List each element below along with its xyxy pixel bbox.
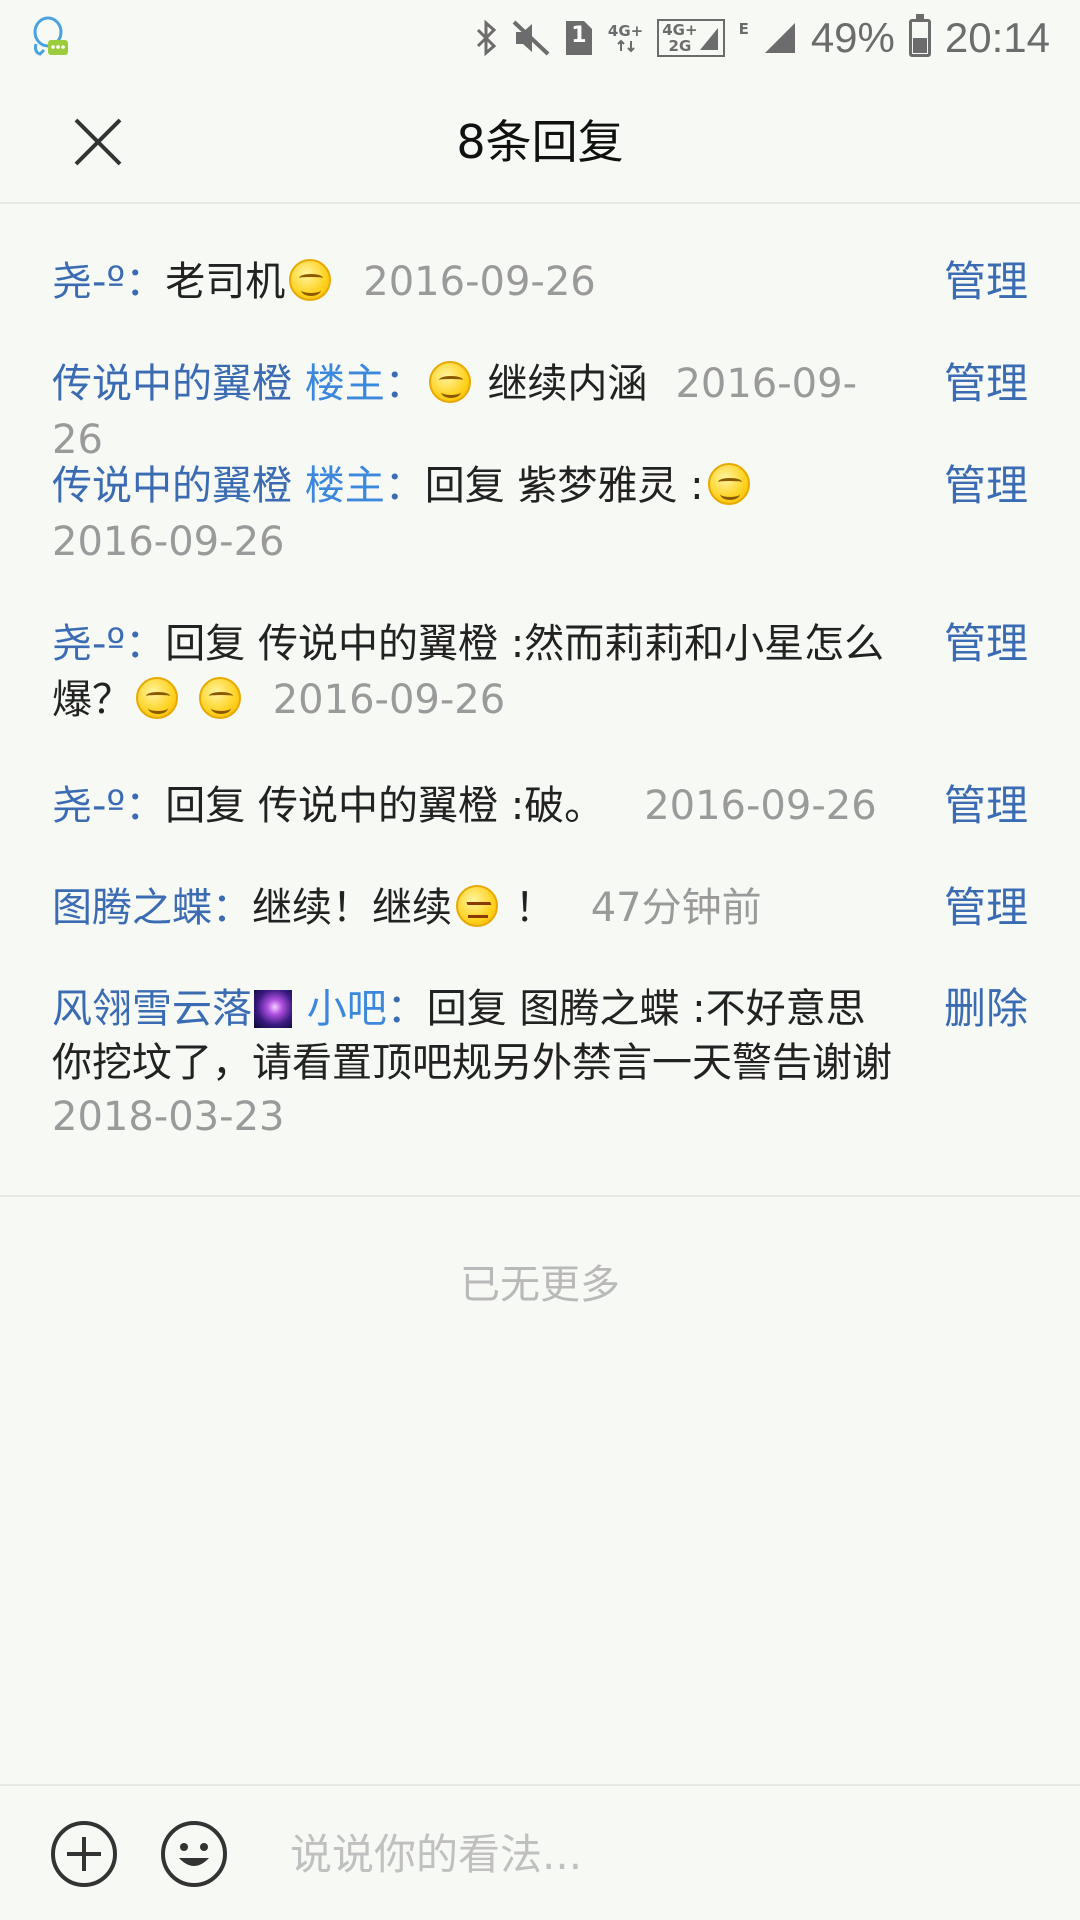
reply-separator: ： bbox=[384, 361, 425, 407]
page-title: 8条回复 bbox=[456, 115, 624, 169]
reply-user[interactable]: 传说中的翼橙 bbox=[52, 463, 292, 509]
manage-button[interactable]: 管理 bbox=[944, 616, 1028, 672]
role-badge-moderator: 小吧 bbox=[306, 986, 387, 1032]
manage-button[interactable]: 管理 bbox=[944, 356, 1028, 412]
reply-content: 继续！继续 bbox=[252, 885, 452, 931]
reply-time: 2016-09-26 bbox=[272, 677, 506, 723]
reply-user[interactable]: 尧-º bbox=[52, 621, 125, 667]
manage-button[interactable]: 管理 bbox=[944, 880, 1028, 936]
edge-label: E bbox=[738, 20, 749, 38]
close-icon bbox=[74, 118, 122, 166]
reply-separator: ： bbox=[125, 621, 166, 667]
smile-emoji-icon bbox=[136, 677, 178, 719]
delete-button[interactable]: 删除 bbox=[944, 982, 1028, 1036]
network-2g-label: 2G bbox=[668, 37, 692, 55]
manage-button[interactable]: 管理 bbox=[944, 254, 1028, 310]
network-4g-label-b: 4G+ bbox=[662, 21, 698, 39]
reply-content: 老司机 bbox=[165, 259, 286, 305]
reply-item[interactable]: 传说中的翼橙 楼主： 继续内涵 2016-09-26 管理 bbox=[0, 356, 1080, 468]
galaxy-badge-icon bbox=[254, 990, 292, 1028]
divider bbox=[0, 1195, 1080, 1197]
smile-emoji-icon bbox=[707, 463, 750, 505]
reply-separator: ： bbox=[212, 885, 252, 931]
add-button[interactable] bbox=[50, 1820, 118, 1888]
reply-time: 47分钟前 bbox=[590, 885, 762, 931]
reply-user[interactable]: 尧-º bbox=[52, 259, 125, 305]
manage-button[interactable]: 管理 bbox=[944, 458, 1028, 514]
smile-emoji-icon bbox=[428, 361, 471, 403]
reply-time: 2016-09-26 bbox=[52, 519, 285, 565]
network-4g-label: 4G+ bbox=[607, 22, 644, 40]
mute-icon bbox=[512, 20, 550, 56]
composer-bar bbox=[0, 1784, 1080, 1920]
battery-icon bbox=[908, 14, 931, 57]
reply-item[interactable]: 传说中的翼橙 楼主：回复 紫梦雅灵 : 2016-09-26 管理 bbox=[0, 458, 1080, 570]
reply-item[interactable]: 风翎雪云落 小吧：回复 图腾之蝶 :不好意思你挖坟了，请看置顶吧规另外禁言一天警… bbox=[0, 982, 1080, 1144]
battery-percent: 49% bbox=[810, 14, 895, 61]
reply-separator: ： bbox=[125, 259, 166, 305]
no-more-label: 已无更多 bbox=[460, 1262, 620, 1308]
smiley-icon bbox=[161, 1821, 227, 1887]
status-bar: 1 4G+ 4G+ 2G E 49% 20:14 bbox=[0, 0, 1080, 76]
angry-emoji-icon bbox=[456, 885, 498, 927]
clock: 20:14 bbox=[944, 14, 1050, 61]
reply-separator: ： bbox=[384, 463, 425, 509]
close-button[interactable] bbox=[62, 106, 134, 178]
qq-notification-icon bbox=[30, 16, 70, 60]
bluetooth-icon bbox=[474, 20, 498, 56]
role-badge-host: 楼主 bbox=[304, 361, 385, 407]
reply-item[interactable]: 尧-º：回复 传说中的翼橙 :然而莉莉和小星怎么爆？ 2016-09-26 管理 bbox=[0, 616, 1080, 728]
network-4g-icon: 4G+ bbox=[608, 23, 643, 53]
reply-time: 2018-03-23 bbox=[52, 1094, 285, 1140]
reply-item[interactable]: 尧-º：老司机 2016-09-26 管理 bbox=[0, 254, 1080, 310]
role-badge-host: 楼主 bbox=[304, 463, 385, 509]
network-2g-icon: 4G+ 2G bbox=[657, 19, 725, 57]
reply-time: 2016-09-26 bbox=[644, 783, 877, 829]
reply-content: 回复 紫梦雅灵 : bbox=[424, 463, 704, 509]
plus-circle-icon bbox=[51, 1821, 117, 1887]
sim-card-number: 1 bbox=[571, 23, 587, 48]
signal-strength-icon bbox=[763, 21, 797, 55]
smile-emoji-icon bbox=[289, 259, 332, 301]
reply-item[interactable]: 图腾之蝶：继续！继续 ！ 47分钟前 管理 bbox=[0, 880, 1080, 936]
reply-user[interactable]: 尧-º bbox=[52, 783, 125, 829]
reply-user[interactable]: 风翎雪云落 bbox=[52, 986, 252, 1032]
reply-separator: ： bbox=[125, 783, 166, 829]
smile-emoji-icon bbox=[198, 677, 241, 719]
manage-button[interactable]: 管理 bbox=[944, 778, 1028, 834]
reply-user[interactable]: 图腾之蝶 bbox=[52, 885, 212, 931]
reply-content-tail: ！ bbox=[514, 885, 555, 931]
reply-item[interactable]: 尧-º：回复 传说中的翼橙 :破。 2016-09-26 管理 bbox=[0, 778, 1080, 834]
emoji-button[interactable] bbox=[160, 1820, 228, 1888]
sim-card-icon: 1 bbox=[564, 19, 594, 57]
header: 8条回复 bbox=[0, 76, 1080, 204]
reply-separator: ： bbox=[386, 986, 427, 1032]
reply-content: 回复 传说中的翼橙 :破。 bbox=[165, 783, 605, 829]
reply-content: 继续内涵 bbox=[487, 361, 648, 407]
comment-input[interactable] bbox=[290, 1820, 1030, 1888]
reply-user[interactable]: 传说中的翼橙 bbox=[52, 361, 292, 407]
reply-time: 2016-09-26 bbox=[363, 259, 596, 305]
